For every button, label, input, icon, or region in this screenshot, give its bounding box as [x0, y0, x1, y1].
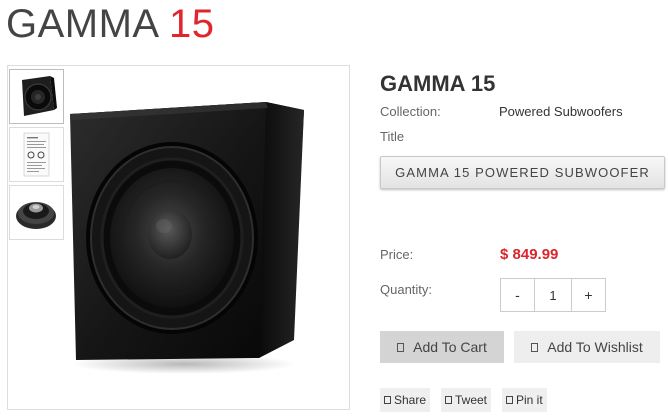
quantity-input[interactable] [534, 279, 572, 311]
thumbnail-list [8, 68, 65, 243]
product-title: GAMMA 15 [380, 71, 496, 96]
add-to-wishlist-label: Add To Wishlist [547, 339, 643, 355]
page-title: GAMMA 15 [6, 2, 215, 46]
add-to-cart-label: Add To Cart [413, 339, 487, 355]
quantity-increment-button[interactable]: + [572, 279, 605, 311]
share-button[interactable]: Share [380, 388, 431, 412]
thumbnail-spec-sheet[interactable] [9, 127, 64, 182]
collection-link[interactable]: Powered Subwoofers [499, 104, 623, 119]
quantity-stepper: - + [500, 278, 606, 312]
page-title-number: 15 [169, 2, 215, 46]
thumbnail-driver-cone[interactable] [9, 185, 64, 240]
add-to-cart-button[interactable]: Add To Cart [380, 331, 504, 363]
product-info: GAMMA 15 Collection: Powered Subwoofers … [380, 0, 668, 418]
cart-icon [397, 342, 405, 352]
share-label: Share [394, 393, 427, 407]
price-label: Price: [380, 247, 414, 262]
twitter-icon [445, 396, 452, 404]
thumbnail-subwoofer-front[interactable] [9, 69, 64, 124]
pinterest-icon [506, 396, 513, 404]
page-title-main: GAMMA [6, 2, 158, 46]
add-to-wishlist-button[interactable]: Add To Wishlist [514, 331, 660, 363]
quantity-label: Quantity: [380, 282, 433, 297]
pin-it-button[interactable]: Pin it [502, 388, 547, 412]
variant-option-button[interactable]: GAMMA 15 POWERED SUBWOOFER [380, 156, 665, 189]
price-value: $ 849.99 [500, 246, 559, 263]
heart-icon [531, 342, 539, 352]
product-main-image[interactable] [66, 96, 312, 376]
quantity-decrement-button[interactable]: - [501, 279, 534, 311]
tweet-label: Tweet [455, 393, 488, 407]
variant-label: Title [380, 129, 405, 144]
share-icon [384, 396, 391, 404]
product-gallery [7, 65, 350, 410]
tweet-button[interactable]: Tweet [441, 388, 492, 412]
collection-label: Collection: [380, 104, 441, 119]
pin-it-label: Pin it [516, 393, 543, 407]
